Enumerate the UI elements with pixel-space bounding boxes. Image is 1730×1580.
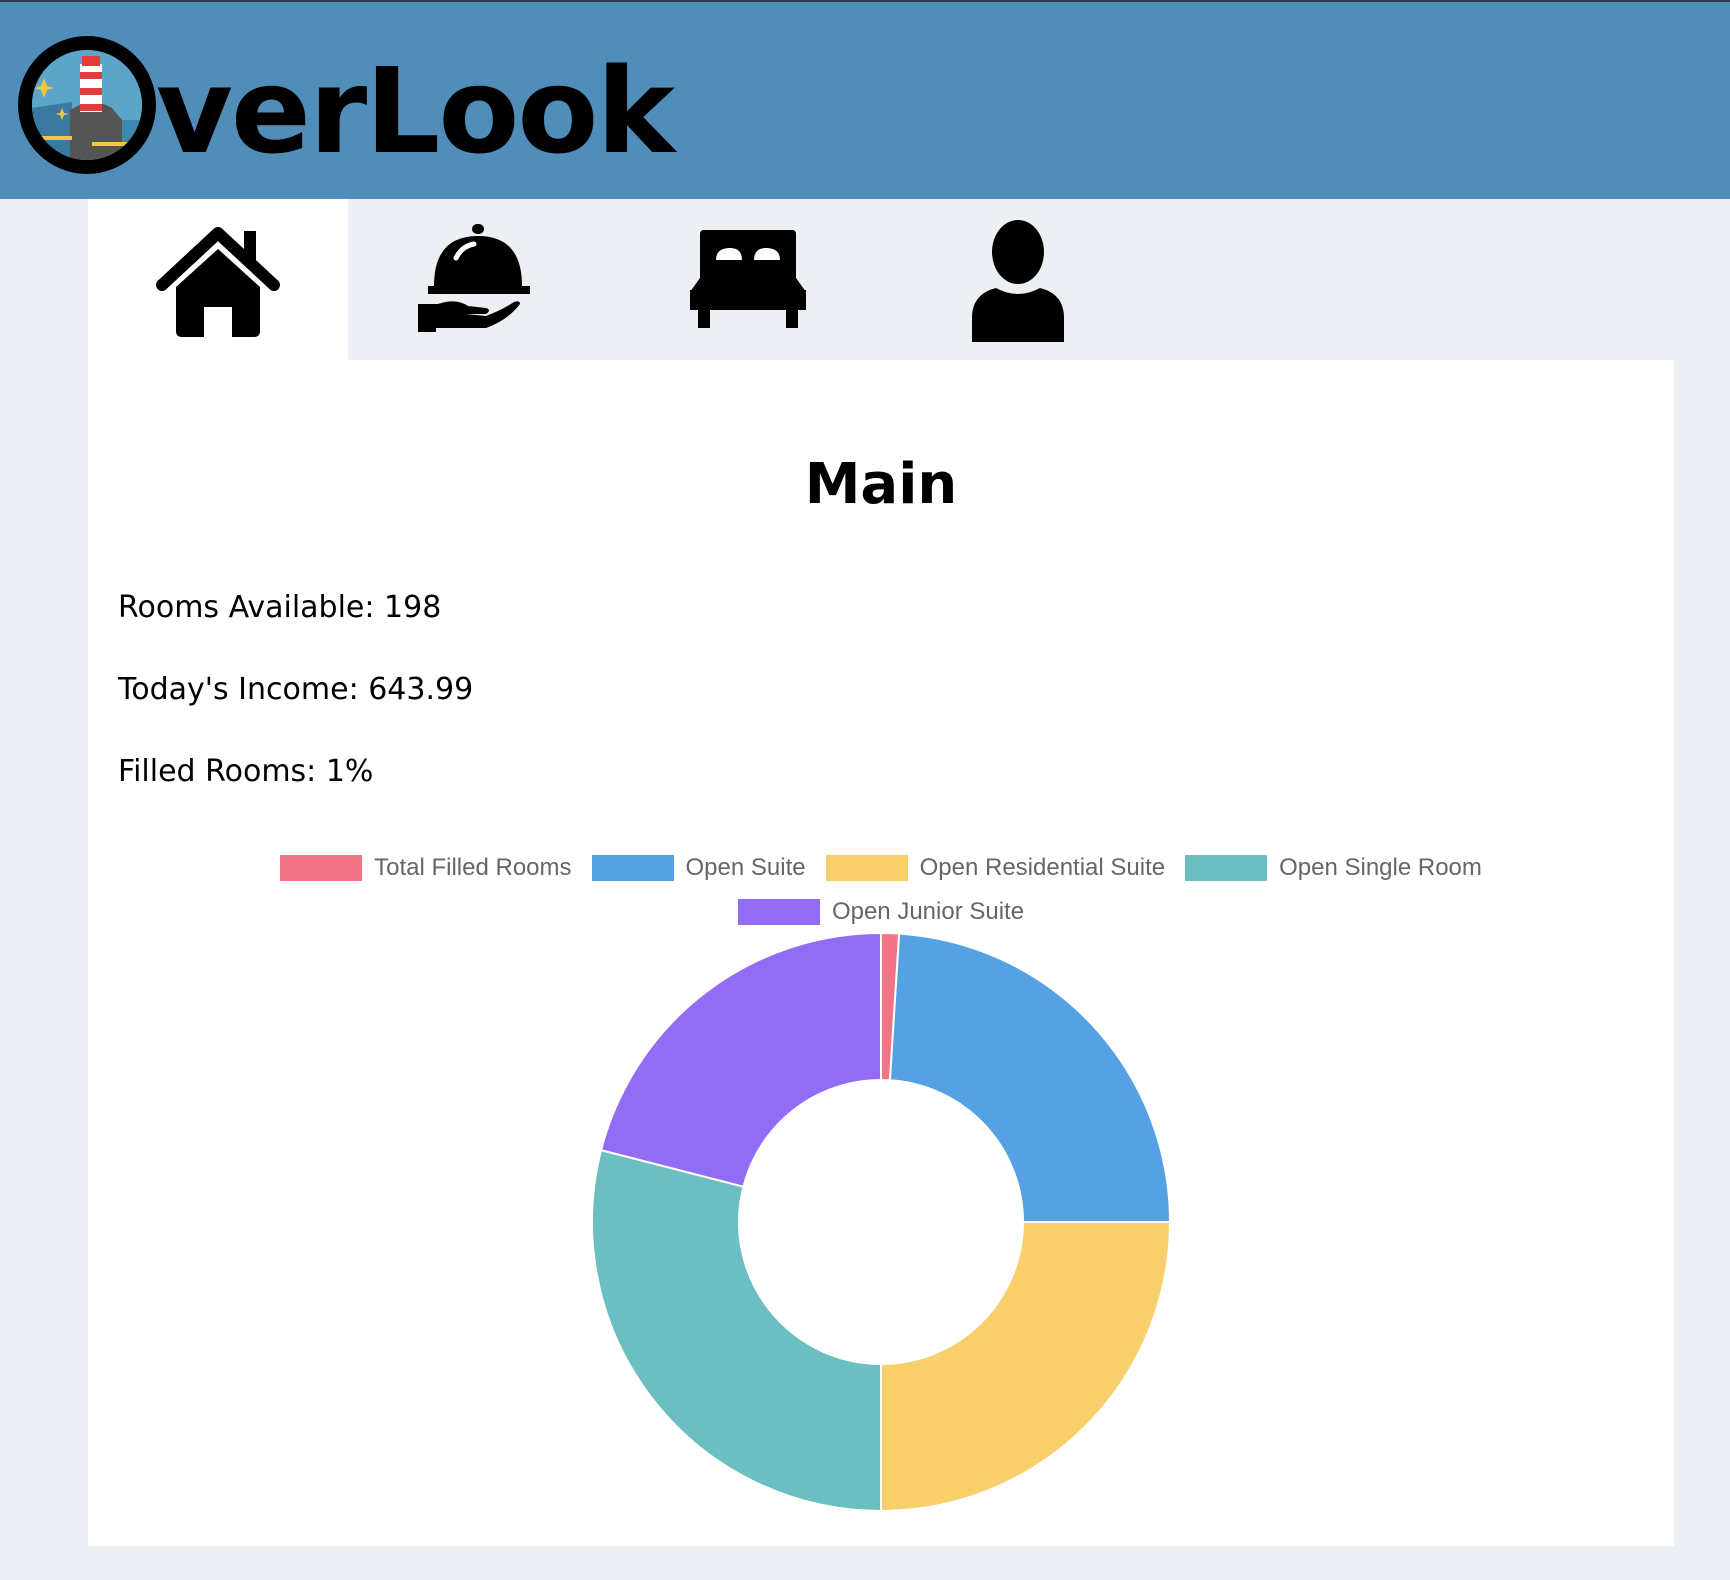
legend-item[interactable]: Open Single Room <box>1185 854 1482 882</box>
chart-legend: Total Filled Rooms Open Suite Open Residen… <box>88 846 1674 934</box>
donut-slice[interactable] <box>591 1148 882 1513</box>
home-icon <box>156 226 280 337</box>
legend-label: Open Single Room <box>1279 854 1482 881</box>
room-occupancy-donut-chart <box>591 932 1172 1513</box>
filled-rooms-stat: Filled Rooms: 1% <box>118 754 374 789</box>
tab-home[interactable] <box>88 199 348 360</box>
user-icon <box>972 219 1064 342</box>
legend-swatch <box>591 855 674 881</box>
brand-title: verLook <box>156 42 675 180</box>
lighthouse-logo-icon <box>18 36 156 174</box>
main-nav <box>88 199 1674 360</box>
tab-room-service[interactable] <box>348 199 608 360</box>
donut-slice[interactable] <box>599 932 882 1188</box>
legend-item[interactable]: Open Junior Suite <box>737 898 1025 926</box>
todays-income-stat: Today's Income: 643.99 <box>118 672 474 707</box>
app-header: verLook <box>0 0 1730 199</box>
legend-item[interactable]: Open Suite <box>591 854 806 882</box>
donut-slice[interactable] <box>880 1221 1172 1513</box>
rooms-available-stat: Rooms Available: 198 <box>118 590 442 625</box>
donut-slice[interactable] <box>888 932 1172 1223</box>
legend-label: Open Suite <box>685 854 806 881</box>
tab-rooms[interactable] <box>618 199 878 360</box>
legend-swatch <box>280 855 363 881</box>
legend-item[interactable]: Open Residential Suite <box>825 854 1166 882</box>
page-title: Main <box>804 452 958 517</box>
legend-label: Open Junior Suite <box>831 898 1025 925</box>
legend-swatch <box>737 899 820 925</box>
legend-label: Total Filled Rooms <box>374 854 572 881</box>
legend-row: Open Junior Suite <box>88 890 1674 934</box>
legend-label: Open Residential Suite <box>919 854 1166 881</box>
legend-row: Total Filled Rooms Open Suite Open Residen… <box>88 846 1674 890</box>
legend-swatch <box>1185 855 1268 881</box>
tab-customer[interactable] <box>888 199 1148 360</box>
serving-tray-icon <box>418 223 530 332</box>
legend-item[interactable]: Total Filled Rooms <box>280 854 572 882</box>
main-panel: Main Rooms Available: 198 Today's Income… <box>88 360 1674 1546</box>
legend-swatch <box>825 855 908 881</box>
bed-icon <box>690 229 806 328</box>
